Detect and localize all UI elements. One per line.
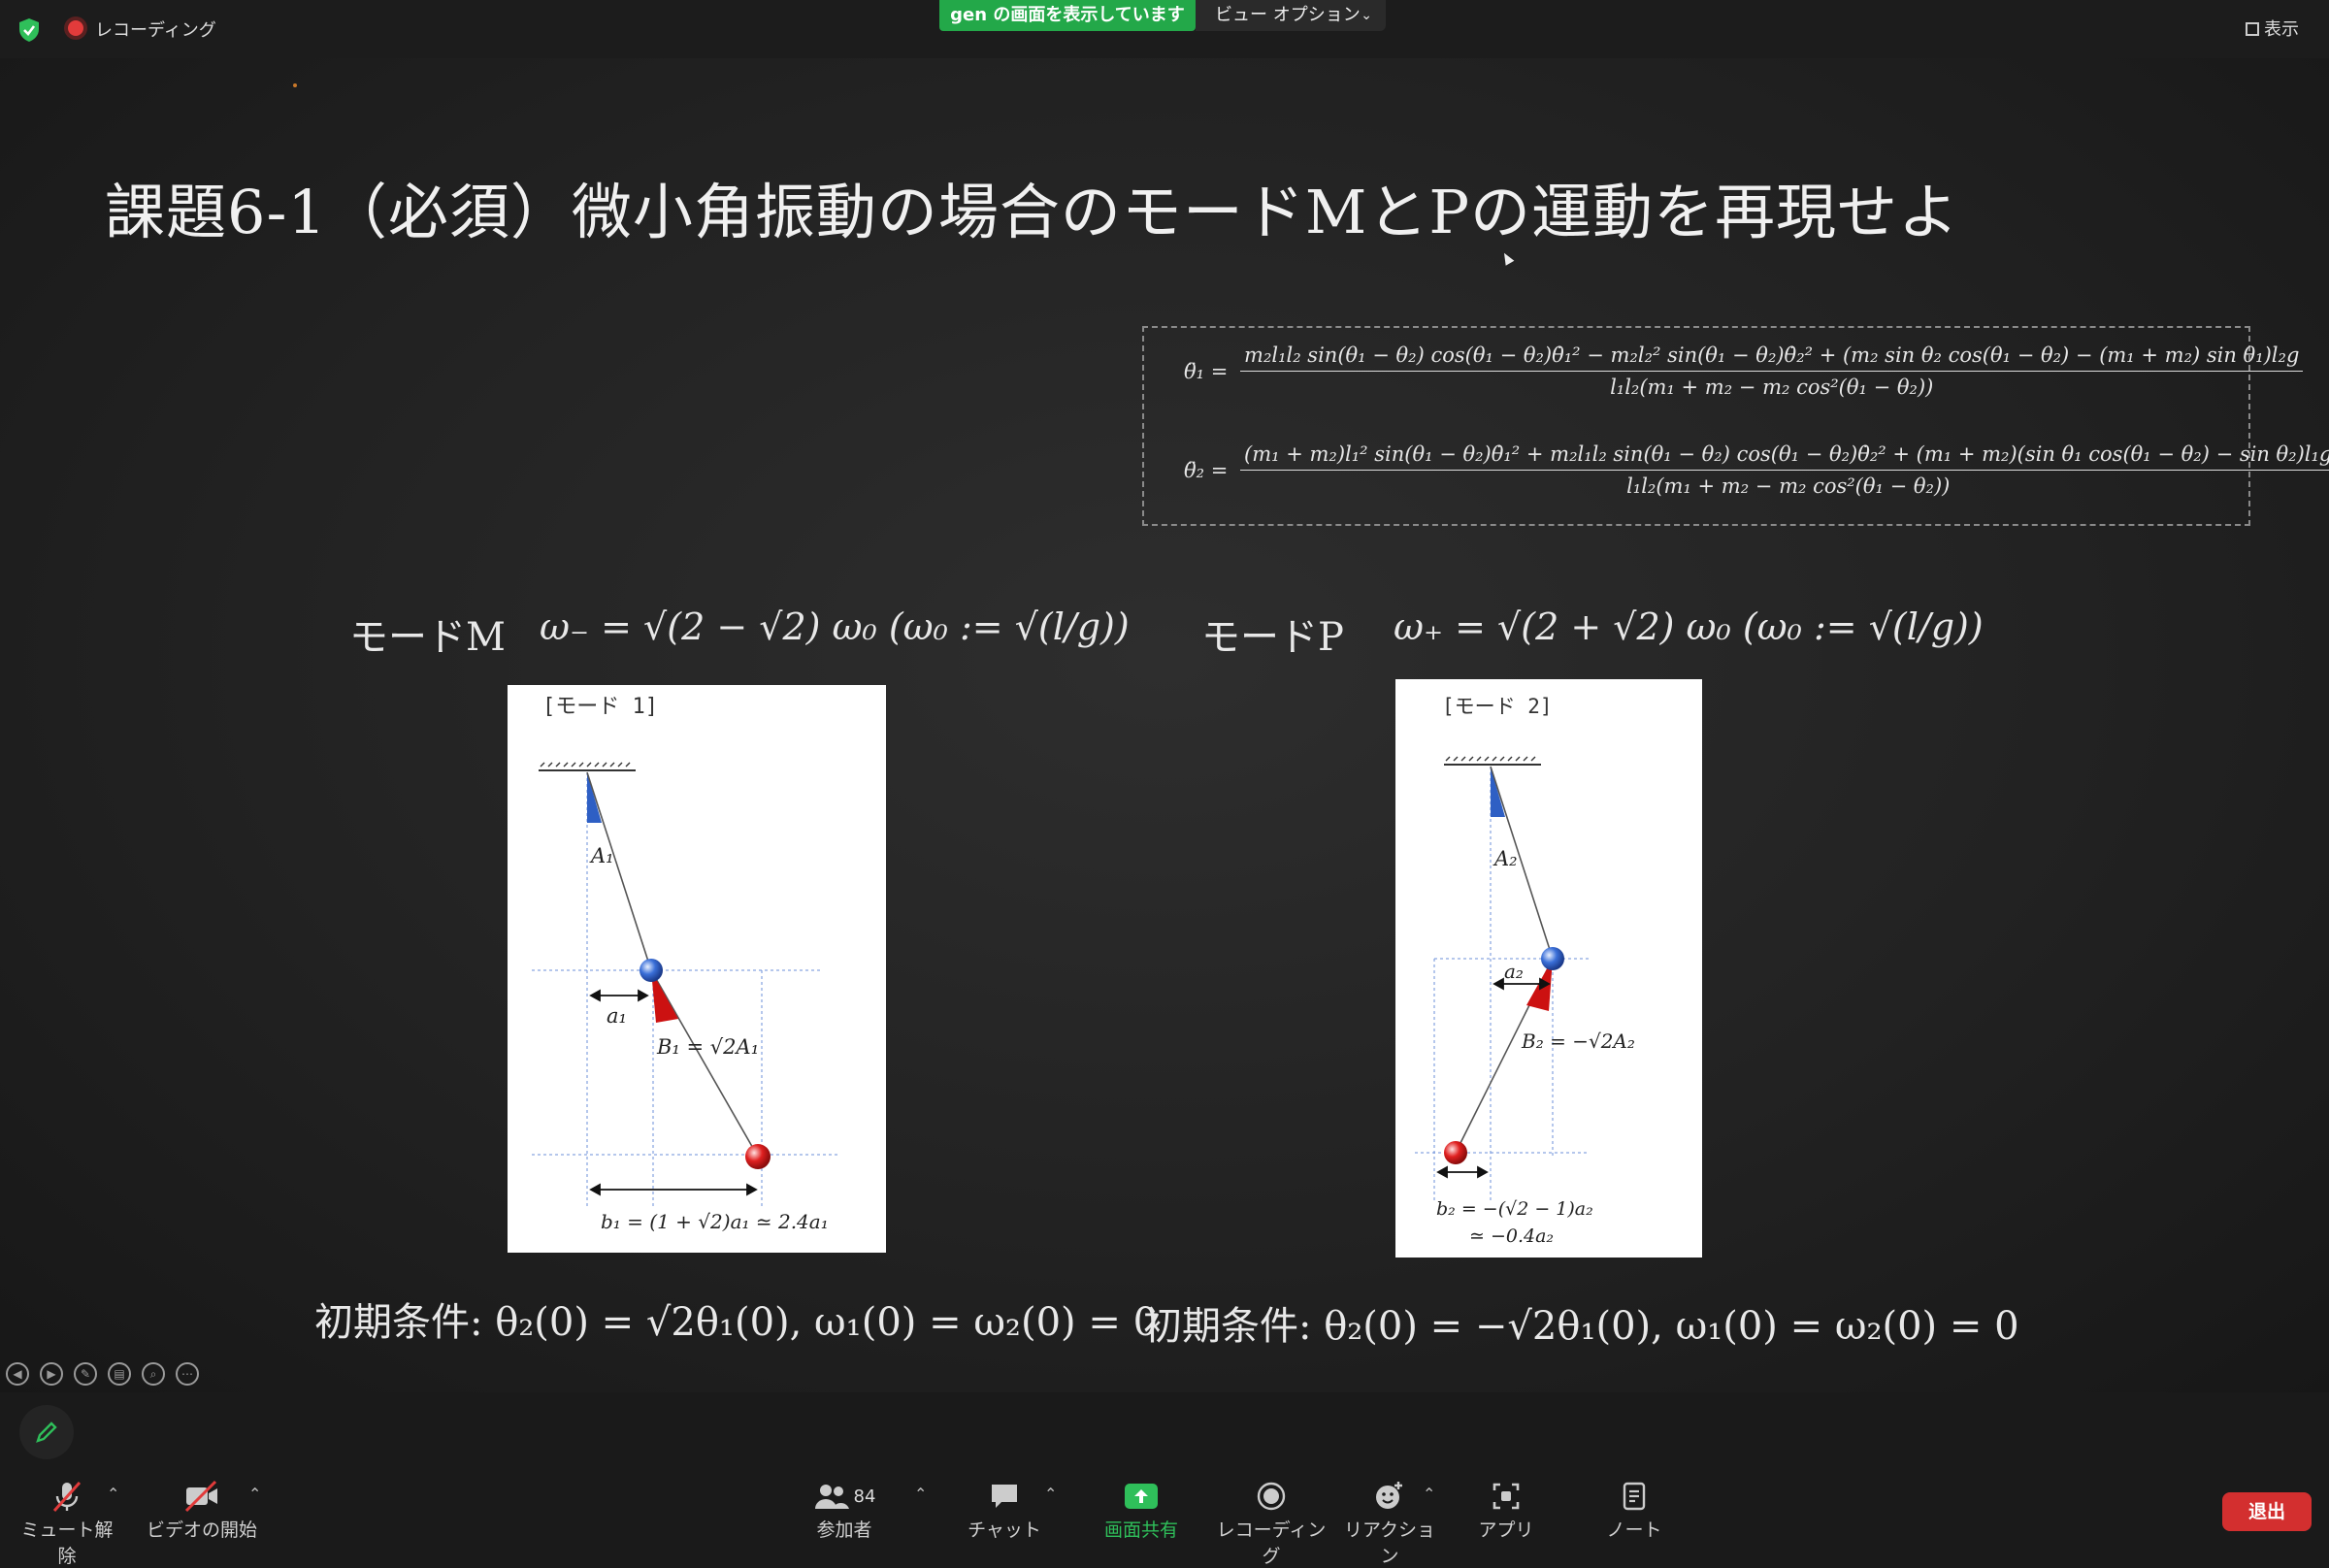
- eq1-denominator: l₁l₂(m₁ + m₂ − m₂ cos²(θ₁ − θ₂)): [1610, 376, 1934, 399]
- record-icon: [1213, 1477, 1329, 1516]
- mode-m-label: モードM: [349, 615, 506, 660]
- view-toggle-button[interactable]: 表示: [2246, 16, 2299, 41]
- participants-button[interactable]: 84 参加者: [805, 1477, 883, 1542]
- mode2-diagram: [モード 2] A₂ a₂ B₂ = −√2A₂ b₂ = −(√2 − 1)a…: [1415, 695, 1635, 1247]
- mode2-figure: [モード 2] A₂ a₂ B₂ = −√2A₂ b₂ = −(√2 − 1)a…: [1395, 679, 1702, 1258]
- video-off-icon: [146, 1477, 258, 1516]
- lower-bob: [745, 1144, 771, 1169]
- participants-icon: 84: [805, 1477, 883, 1516]
- upper-bob: [1541, 947, 1564, 970]
- equation-theta1: θ̈₁ = m₂l₁l₂ sin(θ₁ − θ₂) cos(θ₁ − θ₂)θ̇…: [1184, 343, 2304, 399]
- eq2-denominator: l₁l₂(m₁ + m₂ − m₂ cos²(θ₁ − θ₂)): [1626, 474, 1951, 498]
- mode-m-formula: ω₋ = √(2 − √2) ω₀ (ω₀ := √(l/g)): [540, 605, 1130, 648]
- chat-button[interactable]: チャット: [961, 1477, 1048, 1542]
- upper-rod: [586, 771, 652, 971]
- mode2-a-label: A₂: [1493, 847, 1518, 870]
- mode1-diagram: [モード 1] A₁ a₁ B₁ = √2A₁ b₁ = (1 + √2)a₁ …: [532, 695, 839, 1233]
- mode1-small-a-label: a₁: [607, 1004, 627, 1028]
- reactions-label: リアクション: [1343, 1519, 1436, 1567]
- mode2-b-label: B₂ = −√2A₂: [1521, 1029, 1635, 1053]
- mode-p-label: モードP: [1201, 615, 1344, 660]
- pencil-icon: [36, 1421, 57, 1443]
- recording-button-label: レコーディング: [1216, 1519, 1327, 1567]
- next-slide-icon[interactable]: ▶: [40, 1362, 63, 1386]
- ceiling: [539, 762, 636, 771]
- mode1-b-label: B₁ = √2A₁: [656, 1035, 759, 1059]
- cursor-dot: [293, 83, 297, 87]
- lower-bob: [1444, 1141, 1467, 1164]
- view-options-button[interactable]: ビュー オプション ⌄: [1196, 0, 1386, 31]
- zoom-icon[interactable]: ⌕: [142, 1362, 165, 1386]
- notes-button[interactable]: ノート: [1597, 1477, 1671, 1542]
- notes-label: ノート: [1606, 1519, 1662, 1541]
- lower-rod: [650, 969, 759, 1158]
- grid-icon: [2246, 22, 2259, 36]
- eq1-numerator: m₂l₁l₂ sin(θ₁ − θ₂) cos(θ₁ − θ₂)θ̇₁² − m…: [1240, 343, 2304, 372]
- guide-lines: [532, 772, 839, 1209]
- video-options-chevron-icon[interactable]: ⌃: [248, 1485, 261, 1503]
- mode1-label: [モード 1]: [542, 695, 658, 719]
- initial-condition-left: 初期条件: θ₂(0) = √2θ₁(0), ω₁(0) = ω₂(0) = 0: [314, 1300, 1159, 1345]
- mode-p-formula: ω₊ = √(2 + √2) ω₀ (ω₀ := √(l/g)): [1394, 605, 1984, 648]
- view-options-label: ビュー オプション: [1215, 5, 1361, 25]
- notes-icon: [1597, 1477, 1671, 1516]
- mouse-pointer-icon: [1499, 250, 1515, 266]
- upper-bob: [640, 959, 663, 982]
- view-toggle-label: 表示: [2264, 19, 2299, 40]
- eq1-fraction: m₂l₁l₂ sin(θ₁ − θ₂) cos(θ₁ − θ₂)θ̇₁² − m…: [1240, 343, 2304, 399]
- shield-icon[interactable]: [17, 17, 41, 47]
- start-video-label: ビデオの開始: [146, 1519, 257, 1541]
- recording-indicator-icon: [68, 20, 83, 36]
- eq1-lhs: θ̈₁ =: [1184, 359, 1229, 383]
- audio-options-chevron-icon[interactable]: ⌃: [107, 1485, 119, 1503]
- mode1-figure: [モード 1] A₁ a₁ B₁ = √2A₁ b₁ = (1 + √2)a₁ …: [508, 685, 886, 1253]
- slides-icon[interactable]: ▤: [108, 1362, 131, 1386]
- mic-muted-icon: [14, 1477, 120, 1516]
- chat-label: チャット: [968, 1519, 1041, 1541]
- a1-arrow: [589, 989, 649, 1002]
- slide-nav-controls: ◀ ▶ ✎ ▤ ⌕ ⋯: [6, 1362, 199, 1386]
- apps-icon: [1469, 1477, 1543, 1516]
- chat-options-chevron-icon[interactable]: ⌃: [1044, 1485, 1057, 1503]
- eq2-numerator: (m₁ + m₂)l₁² sin(θ₁ − θ₂)θ̇₁² + m₂l₁l₂ s…: [1240, 442, 2329, 471]
- leave-meeting-button[interactable]: 退出: [2222, 1492, 2312, 1531]
- screen-share-banner: gen の画面を表示しています: [939, 0, 1196, 31]
- participants-label: 参加者: [816, 1519, 872, 1541]
- recording-label[interactable]: レコーディング: [95, 16, 216, 42]
- participants-count: 84: [853, 1486, 876, 1507]
- reactions-options-chevron-icon[interactable]: ⌃: [1423, 1485, 1435, 1503]
- share-screen-icon: [1093, 1477, 1190, 1516]
- mode2-small-b-label: b₂ = −(√2 − 1)a₂: [1436, 1198, 1593, 1220]
- pen-icon[interactable]: ✎: [74, 1362, 97, 1386]
- b1-arrow: [589, 1183, 758, 1196]
- apps-label: アプリ: [1478, 1519, 1534, 1541]
- mode2-small-a-label: a₂: [1504, 960, 1524, 983]
- mode1-small-b-label: b₁ = (1 + √2)a₁ ≃ 2.4a₁: [601, 1210, 829, 1233]
- equation-theta2: θ̈₂ = (m₁ + m₂)l₁² sin(θ₁ − θ₂)θ̇₁² + m₂…: [1184, 442, 2329, 498]
- shared-slide: [0, 58, 2329, 1392]
- mode2-small-b-approx: ≃ −0.4a₂: [1469, 1225, 1554, 1247]
- chat-icon: [961, 1477, 1048, 1516]
- annotate-pen-button[interactable]: [19, 1405, 74, 1459]
- more-icon[interactable]: ⋯: [176, 1362, 199, 1386]
- prev-slide-icon[interactable]: ◀: [6, 1362, 29, 1386]
- eq2-fraction: (m₁ + m₂)l₁² sin(θ₁ − θ₂)θ̇₁² + m₂l₁l₂ s…: [1240, 442, 2329, 498]
- mode1-a-label: A₁: [589, 844, 614, 867]
- initial-condition-right: 初期条件: θ₂(0) = −√2θ₁(0), ω₁(0) = ω₂(0) = …: [1143, 1304, 2019, 1349]
- unmute-label: ミュート解除: [20, 1519, 114, 1567]
- start-video-button[interactable]: ビデオの開始: [146, 1477, 258, 1542]
- unmute-button[interactable]: ミュート解除: [14, 1477, 120, 1568]
- slide-title: 課題6-1（必須）微小角振動の場合のモードMとPの運動を再現せよ: [105, 177, 1960, 247]
- b2-arrow: [1436, 1165, 1489, 1179]
- top-bar: レコーディング gen の画面を表示しています ビュー オプション ⌄ 表示: [0, 0, 2329, 58]
- share-screen-button[interactable]: 画面共有: [1093, 1477, 1190, 1542]
- recording-button[interactable]: レコーディング: [1213, 1477, 1329, 1568]
- ceiling: [1444, 756, 1541, 766]
- share-screen-label: 画面共有: [1103, 1519, 1178, 1541]
- apps-button[interactable]: アプリ: [1469, 1477, 1543, 1542]
- mode2-label: [モード 2]: [1442, 695, 1553, 718]
- chevron-down-icon: ⌄: [1361, 8, 1372, 23]
- eq2-lhs: θ̈₂ =: [1184, 458, 1229, 482]
- participants-options-chevron-icon[interactable]: ⌃: [914, 1485, 927, 1503]
